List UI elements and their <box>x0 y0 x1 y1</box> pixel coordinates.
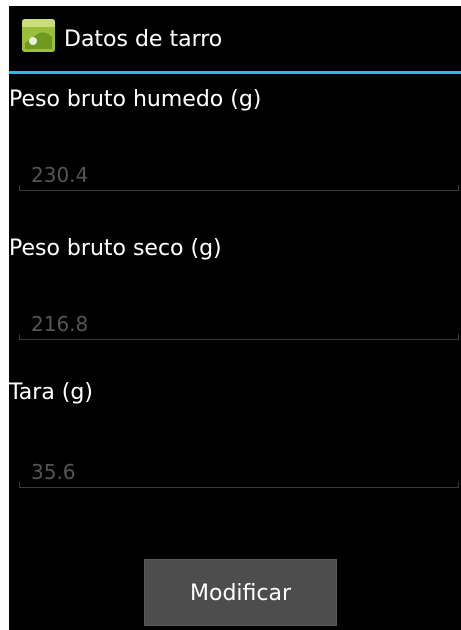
label-peso-bruto-humedo: Peso bruto humedo (g) <box>9 87 262 112</box>
input-peso-bruto-humedo[interactable]: 230.4 <box>19 161 459 191</box>
input-tara[interactable]: 35.6 <box>19 458 459 488</box>
modify-button[interactable]: Modificar <box>144 559 337 626</box>
input-value: 230.4 <box>31 163 89 187</box>
input-peso-bruto-seco[interactable]: 216.8 <box>19 310 459 340</box>
app-screen: Datos de tarro Peso bruto humedo (g) 230… <box>9 6 461 630</box>
android-app-icon <box>22 19 55 52</box>
action-bar-divider <box>9 71 461 74</box>
label-tara: Tara (g) <box>9 380 93 405</box>
input-value: 35.6 <box>31 460 76 484</box>
label-peso-bruto-seco: Peso bruto seco (g) <box>9 236 222 261</box>
input-value: 216.8 <box>31 312 89 336</box>
app-title: Datos de tarro <box>64 27 223 52</box>
action-bar: Datos de tarro <box>9 6 461 71</box>
